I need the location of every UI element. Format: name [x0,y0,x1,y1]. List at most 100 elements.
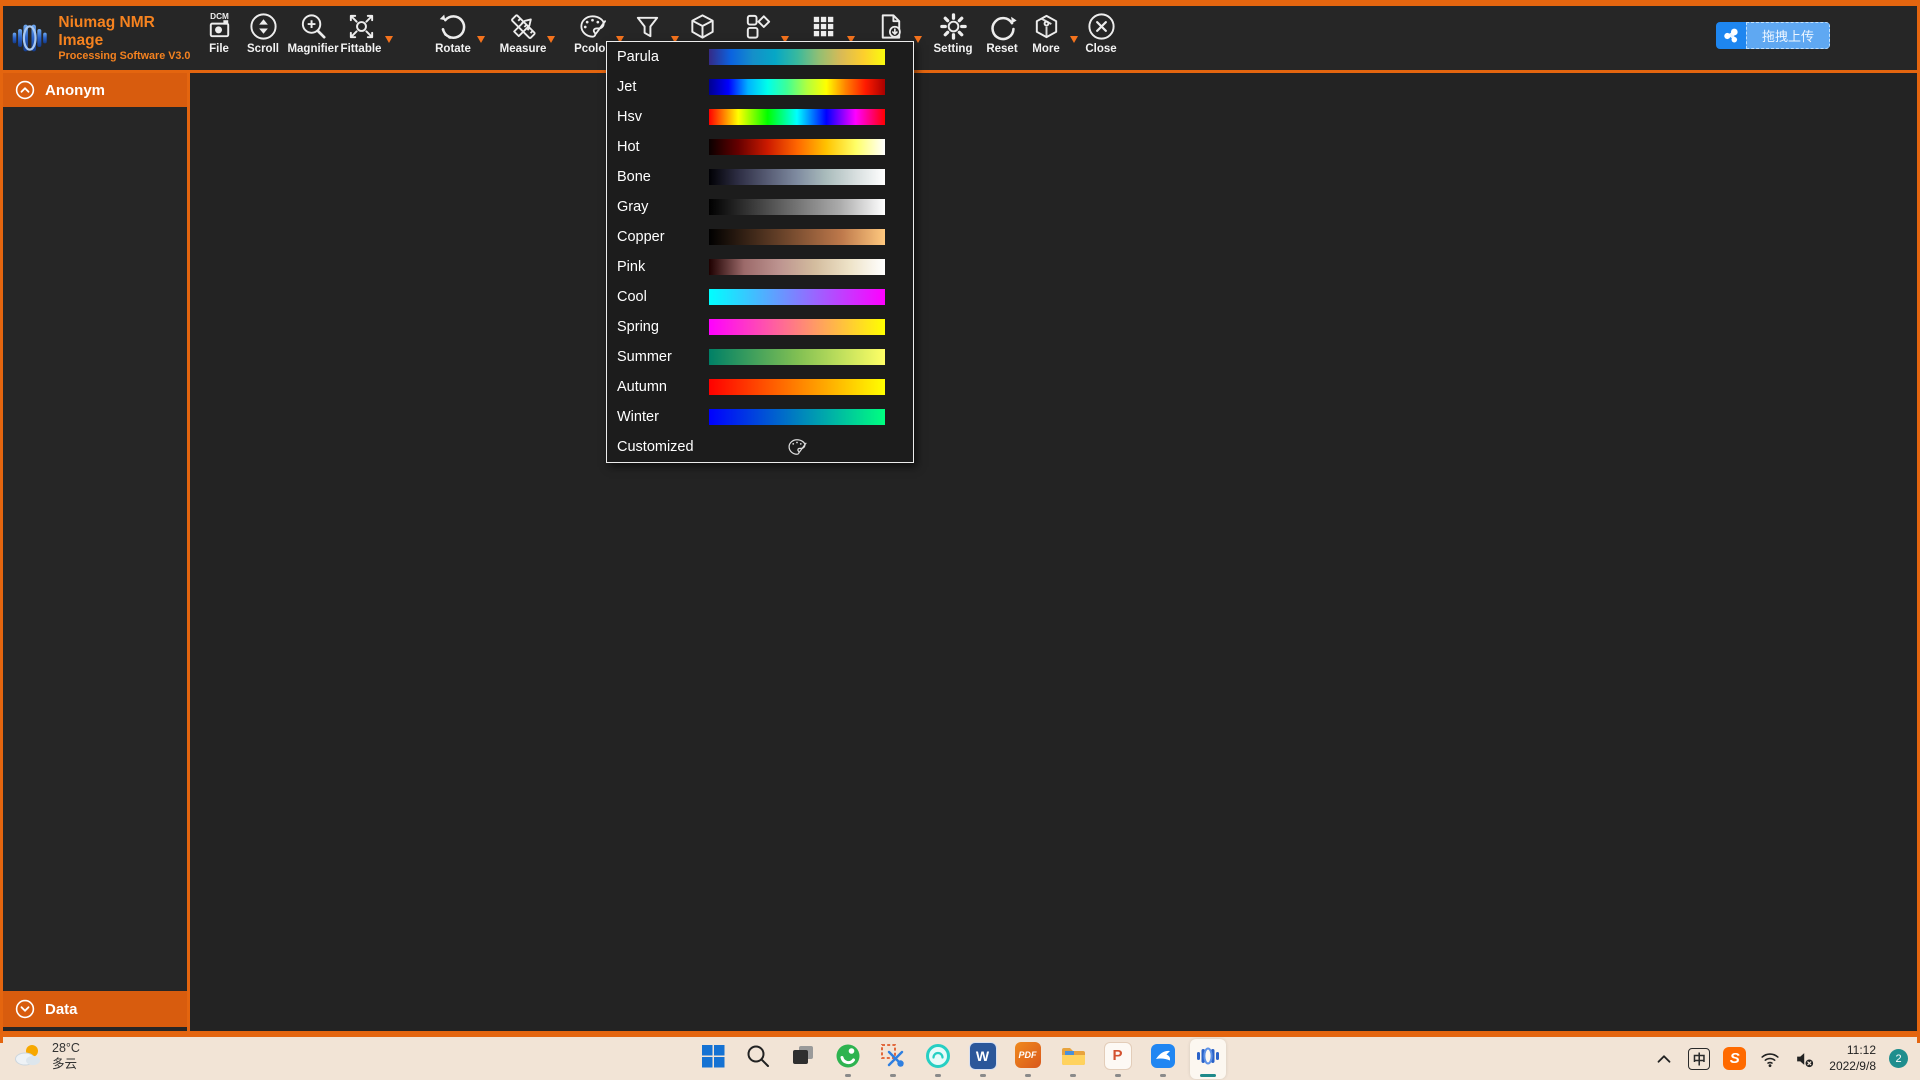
pdf-button[interactable]: PDF [1010,1039,1046,1079]
rotate-icon [438,11,469,42]
toolbar-divider [0,70,1920,73]
palette-icon [577,11,608,42]
colormap-item-winter[interactable]: Winter [607,402,913,432]
scroll-icon [248,11,279,42]
weather-temperature: 28°C [52,1041,80,1057]
niumag-taskbar-icon [1194,1042,1222,1070]
taskbar-clock[interactable]: 11:12 2022/9/8 [1829,1043,1876,1074]
shapes-icon [742,11,773,42]
powerpoint-button[interactable]: P [1100,1039,1136,1079]
grid-icon [808,11,839,42]
colormap-item-copper[interactable]: Copper [607,222,913,252]
scroll-label: Scroll [247,43,279,55]
app-subtitle: Processing Software V3.0 [58,50,195,62]
snip-tool-button[interactable] [875,1039,911,1079]
colormap-swatch-parula [709,49,885,65]
taskbar-app-icons: W PDF P [695,1037,1226,1080]
rotate-label: Rotate [435,43,471,55]
file-button[interactable]: DCM File [197,11,241,70]
ime-indicator[interactable]: 中 [1688,1048,1710,1070]
magnifier-button[interactable]: Magnifier [291,11,335,70]
more-cube-icon [1031,11,1062,42]
pcolor-label: Pcolor [574,43,610,55]
niumag-logo-icon [10,17,49,59]
task-view-icon [789,1042,817,1070]
wifi-icon[interactable] [1759,1048,1781,1070]
colormap-swatch-bone [709,169,885,185]
colormap-item-cool[interactable]: Cool [607,282,913,312]
sogou-input-icon[interactable]: S [1723,1047,1746,1070]
colormap-item-summer[interactable]: Summer [607,342,913,372]
pdf-icon: PDF [1015,1042,1041,1068]
taskbar-weather-widget[interactable]: 28°C 多云 [12,1041,80,1073]
drag-upload-label: 拖拽上传 [1746,22,1830,49]
colormap-item-autumn[interactable]: Autumn [607,372,913,402]
running-indicator [890,1074,896,1077]
colormap-item-hsv[interactable]: Hsv [607,102,913,132]
word-icon: W [969,1042,997,1070]
windows-logo-icon [699,1042,727,1070]
anonym-panel-label: Anonym [45,82,105,99]
close-button[interactable]: Close [1079,11,1123,70]
file-label: File [209,43,229,55]
dropdown-triangle-icon [547,36,555,43]
notification-badge[interactable]: 2 [1889,1049,1908,1068]
colormap-item-gray[interactable]: Gray [607,192,913,222]
running-indicator [980,1074,986,1077]
magnifier-label: Magnifier [287,43,338,55]
reset-icon [987,11,1018,42]
rotate-button[interactable]: Rotate [431,11,475,70]
data-panel-label: Data [45,1001,78,1018]
clock-time: 11:12 [1829,1043,1876,1059]
colormap-item-pink[interactable]: Pink [607,252,913,282]
fittable-label: Fittable [341,43,382,55]
filter-icon [632,11,663,42]
reset-button[interactable]: Reset [980,11,1024,70]
colormap-label: Spring [617,319,709,335]
teal-circle-app-icon [924,1042,952,1070]
word-button[interactable]: W [965,1039,1001,1079]
fittable-button[interactable]: Fittable [339,11,383,70]
screen: Niumag NMR Image Processing Software V3.… [0,0,1920,1080]
measure-icon [508,11,539,42]
running-indicator [1025,1074,1031,1077]
scroll-button[interactable]: Scroll [241,11,285,70]
cloud-share-icon [1716,22,1746,49]
sidebar-panel-anonym[interactable]: Anonym [3,73,187,107]
file-explorer-button[interactable] [1055,1039,1091,1079]
setting-button[interactable]: Setting [931,11,975,70]
colormap-item-customized[interactable]: Customized [607,432,913,462]
more-button[interactable]: More [1024,11,1068,70]
powerpoint-icon: P [1104,1042,1132,1070]
colormap-item-jet[interactable]: Jet [607,72,913,102]
dcm-file-icon: DCM [204,11,235,42]
colormap-item-hot[interactable]: Hot [607,132,913,162]
tray-chevron-up-icon[interactable] [1653,1048,1675,1070]
colormap-item-bone[interactable]: Bone [607,162,913,192]
app-teal-button[interactable] [920,1039,956,1079]
colormap-swatch-hot [709,139,885,155]
dcm-icon-text: DCM [210,12,229,21]
measure-button[interactable]: Measure [501,11,545,70]
drag-upload-button[interactable]: 拖拽上传 [1716,22,1830,49]
sidebar-panel-data[interactable]: Data [3,991,187,1027]
app-blue-button[interactable] [1145,1039,1181,1079]
taskbar-search-button[interactable] [740,1039,776,1079]
clock-date: 2022/9/8 [1829,1059,1876,1075]
running-indicator [1115,1074,1121,1077]
colormap-swatch-autumn [709,379,885,395]
niumag-app-button[interactable] [1190,1039,1226,1079]
start-button[interactable] [695,1039,731,1079]
colormap-item-spring[interactable]: Spring [607,312,913,342]
browser-360-button[interactable] [830,1039,866,1079]
colormap-swatch-copper [709,229,885,245]
magnifier-icon [298,11,329,42]
windows-taskbar: 28°C 多云 [0,1037,1920,1080]
task-view-button[interactable] [785,1039,821,1079]
running-indicator [1160,1074,1166,1077]
gear-icon [938,11,969,42]
dropdown-triangle-icon [914,36,922,43]
speaker-muted-icon[interactable] [1794,1048,1816,1070]
running-indicator [1070,1074,1076,1077]
colormap-item-parula[interactable]: Parula [607,42,913,72]
